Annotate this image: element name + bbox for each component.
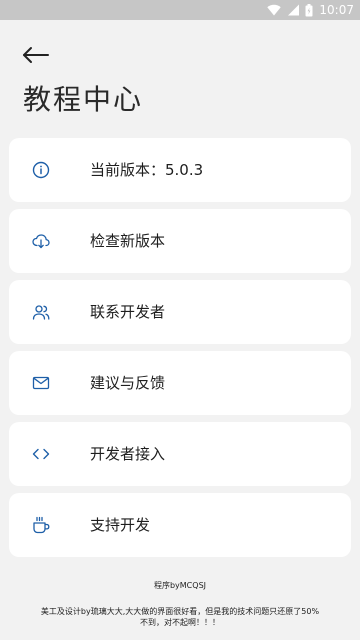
coffee-icon xyxy=(32,516,50,534)
signal-icon xyxy=(287,4,300,16)
page-title: 教程中心 xyxy=(23,83,144,116)
status-icons: 10:07 xyxy=(267,2,354,18)
menu-item-support[interactable]: 支持开发 xyxy=(9,493,351,557)
menu-item-label: 支持开发 xyxy=(90,516,151,534)
status-bar: 10:07 xyxy=(0,0,360,20)
menu-item-label: 建议与反馈 xyxy=(90,374,166,392)
battery-icon xyxy=(305,3,313,17)
menu-item-version[interactable]: 当前版本：5.0.3 xyxy=(9,138,351,202)
back-button[interactable] xyxy=(22,44,58,70)
wifi-icon xyxy=(267,4,282,16)
users-icon xyxy=(32,303,50,321)
design-credit-note: 美工及设计by琉璃大大,大大做的界面很好看，但是我的技术问题只还原了50%不到，… xyxy=(40,607,320,627)
menu-item-label: 当前版本：5.0.3 xyxy=(90,161,204,179)
menu-list: 当前版本：5.0.3 检查新版本 联系开发者 建议与反馈 开发者接入 支持开发 xyxy=(9,138,351,564)
status-time: 10:07 xyxy=(319,3,354,17)
info-icon xyxy=(32,161,50,179)
menu-item-label: 检查新版本 xyxy=(90,232,166,250)
menu-item-label: 开发者接入 xyxy=(90,445,166,463)
code-icon xyxy=(32,445,50,463)
cloud-download-icon xyxy=(32,232,50,250)
menu-item-check-update[interactable]: 检查新版本 xyxy=(9,209,351,273)
menu-item-contact-developer[interactable]: 联系开发者 xyxy=(9,280,351,344)
mail-icon xyxy=(32,374,50,392)
arrow-left-icon xyxy=(23,47,49,63)
menu-item-label: 联系开发者 xyxy=(90,303,166,321)
author-credit: 程序byMCQSJ xyxy=(153,581,207,590)
menu-item-developer-access[interactable]: 开发者接入 xyxy=(9,422,351,486)
menu-item-feedback[interactable]: 建议与反馈 xyxy=(9,351,351,415)
